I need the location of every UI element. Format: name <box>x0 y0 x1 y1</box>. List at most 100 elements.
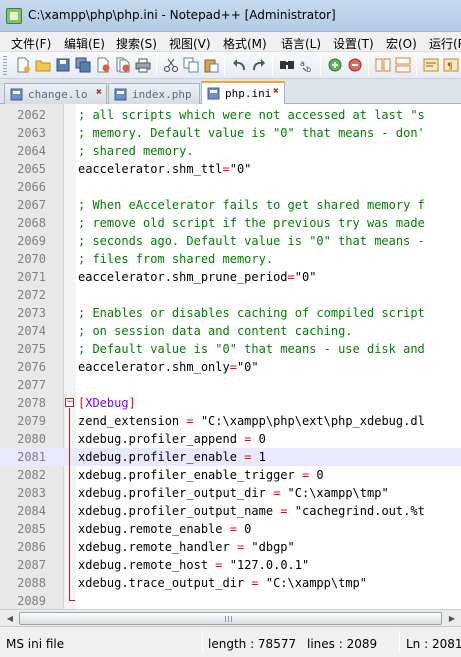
menu-macro[interactable]: 宏(O) <box>386 35 417 52</box>
zoom-out-icon[interactable] <box>345 55 365 75</box>
redo-icon[interactable] <box>249 55 269 75</box>
open-file-icon[interactable] <box>33 55 53 75</box>
code-line[interactable]: 2063 ; memory. Default value is "0" that … <box>0 124 461 142</box>
code-line[interactable]: 2066 <box>0 178 461 196</box>
code-line[interactable]: 2064 ; shared memory. <box>0 142 461 160</box>
line-code: eaccelerator.shm_prune_period="0" <box>78 268 316 286</box>
line-number: 2083 <box>17 486 46 500</box>
menu-view[interactable]: 视图(V) <box>169 35 211 52</box>
line-number: 2073 <box>17 306 46 320</box>
menu-search[interactable]: 搜索(S) <box>116 35 157 52</box>
tab-change-log[interactable]: change.lo ✖ <box>4 83 107 104</box>
ini-operator: = <box>229 522 237 536</box>
line-code: xdebug.remote_handler = "dbgp" <box>78 538 295 556</box>
ini-key: eaccelerator.shm_prune_period <box>78 270 288 284</box>
scrollbar-thumb[interactable] <box>19 612 442 625</box>
ini-value: "0" <box>294 270 317 284</box>
status-separator <box>202 631 203 653</box>
menu-language[interactable]: 语言(L) <box>281 35 321 52</box>
ini-value: 0 <box>309 468 324 482</box>
code-line[interactable]: 2070 ; files from shared memory. <box>0 250 461 268</box>
status-length: length : 78577 <box>208 637 297 651</box>
title-bar: C:\xampp\php\php.ini - Notepad++ [Admini… <box>0 0 461 32</box>
code-line[interactable]: 2076 eaccelerator.shm_only="0" <box>0 358 461 376</box>
scroll-left-icon[interactable]: ◀ <box>3 612 17 625</box>
tab-php-ini[interactable]: php.ini ✖ <box>201 81 285 104</box>
scroll-right-icon[interactable]: ▶ <box>445 612 459 625</box>
line-code: xdebug.profiler_output_dir = "C:\xampp\t… <box>78 484 389 502</box>
new-file-icon[interactable] <box>13 55 33 75</box>
menu-file[interactable]: 文件(F) <box>11 35 51 52</box>
code-line[interactable]: 2071 eaccelerator.shm_prune_period="0" <box>0 268 461 286</box>
tab-index-php[interactable]: index.php <box>108 83 200 104</box>
line-code: xdebug.profiler_enable = 1 <box>78 448 266 466</box>
save-all-icon[interactable] <box>73 55 93 75</box>
code-line[interactable]: 2073 ; Enables or disables caching of com… <box>0 304 461 322</box>
save-icon[interactable] <box>53 55 73 75</box>
line-code: xdebug.trace_output_dir = "C:\xampp\tmp" <box>78 574 367 592</box>
section-bracket: ] <box>128 396 136 410</box>
menu-run[interactable]: 运行(R) <box>429 35 461 52</box>
ini-operator: = <box>280 504 288 518</box>
line-number: 2072 <box>17 288 46 302</box>
ini-value: "0" <box>229 162 252 176</box>
code-line[interactable]: 2067 ; When eAccelerator fails to get sha… <box>0 196 461 214</box>
status-file-type: MS ini file <box>6 637 65 651</box>
print-icon[interactable] <box>133 55 153 75</box>
ini-key: eaccelerator.shm_ttl <box>78 162 223 176</box>
paste-icon[interactable] <box>201 55 221 75</box>
ini-value: 0 <box>236 522 252 536</box>
file-tab-icon <box>114 88 127 101</box>
line-code: ; memory. Default value is "0" that mean… <box>78 124 425 142</box>
fold-collapse-icon[interactable]: − <box>65 398 74 407</box>
close-all-icon[interactable] <box>113 55 133 75</box>
find-icon[interactable] <box>277 55 297 75</box>
tab-close-icon[interactable]: ✖ <box>270 86 282 98</box>
tab-label: php.ini <box>225 87 272 100</box>
code-line[interactable]: 2062 ; all scripts which were not accesse… <box>0 106 461 124</box>
horizontal-scrollbar[interactable]: ◀ ▶ <box>0 609 461 626</box>
code-line[interactable]: 2068 ; remove old script if the previous … <box>0 214 461 232</box>
file-tab-icon <box>207 87 220 100</box>
line-code: ; When eAccelerator fails to get shared … <box>78 196 425 214</box>
menu-settings[interactable]: 设置(T) <box>333 35 374 52</box>
line-number: 2071 <box>17 270 46 284</box>
copy-icon[interactable] <box>181 55 201 75</box>
code-line[interactable]: 2069 ; seconds ago. Default value is "0" … <box>0 232 461 250</box>
toolbar-grip <box>3 56 7 75</box>
menu-format[interactable]: 格式(M) <box>223 35 267 52</box>
tab-close-icon[interactable]: ✖ <box>93 87 105 99</box>
editor-area[interactable]: 2062 ; all scripts which were not accesse… <box>0 104 461 609</box>
ini-operator: = <box>215 558 223 572</box>
code-line[interactable]: 2074 ; on session data and content cachin… <box>0 322 461 340</box>
line-number: 2084 <box>17 504 46 518</box>
sync-vertical-icon[interactable] <box>373 55 393 75</box>
line-code: xdebug.profiler_append = 0 <box>78 430 266 448</box>
line-code: ; files from shared memory. <box>78 250 273 268</box>
ini-operator: = <box>251 576 259 590</box>
code-line[interactable]: 2077 <box>0 376 461 394</box>
close-icon[interactable] <box>93 55 113 75</box>
line-number: 2077 <box>17 378 46 392</box>
word-wrap-icon[interactable] <box>421 55 441 75</box>
undo-icon[interactable] <box>229 55 249 75</box>
file-tab-icon <box>10 88 23 101</box>
toolbar: ab ¶ <box>0 52 461 79</box>
sync-horizontal-icon[interactable] <box>393 55 413 75</box>
code-line[interactable]: 2075 ; Default value is "0" that means - … <box>0 340 461 358</box>
ini-key: xdebug.profiler_enable <box>78 450 245 464</box>
comment-text: ; seconds ago. Default value is "0" that… <box>78 234 425 248</box>
zoom-in-icon[interactable] <box>325 55 345 75</box>
svg-text:a: a <box>300 59 305 68</box>
cut-icon[interactable] <box>161 55 181 75</box>
show-all-chars-icon[interactable]: ¶ <box>441 55 461 75</box>
code-line[interactable]: 2072 <box>0 286 461 304</box>
comment-text: ; Enables or disables caching of compile… <box>78 306 425 320</box>
line-number: 2078 <box>17 396 46 410</box>
menu-edit[interactable]: 编辑(E) <box>64 35 105 52</box>
ini-value: "C:\xampp\tmp" <box>280 486 389 500</box>
toolbar-separator <box>320 56 321 75</box>
line-number: 2080 <box>17 432 46 446</box>
code-line[interactable]: 2065 eaccelerator.shm_ttl="0" <box>0 160 461 178</box>
replace-icon[interactable]: ab <box>297 55 317 75</box>
